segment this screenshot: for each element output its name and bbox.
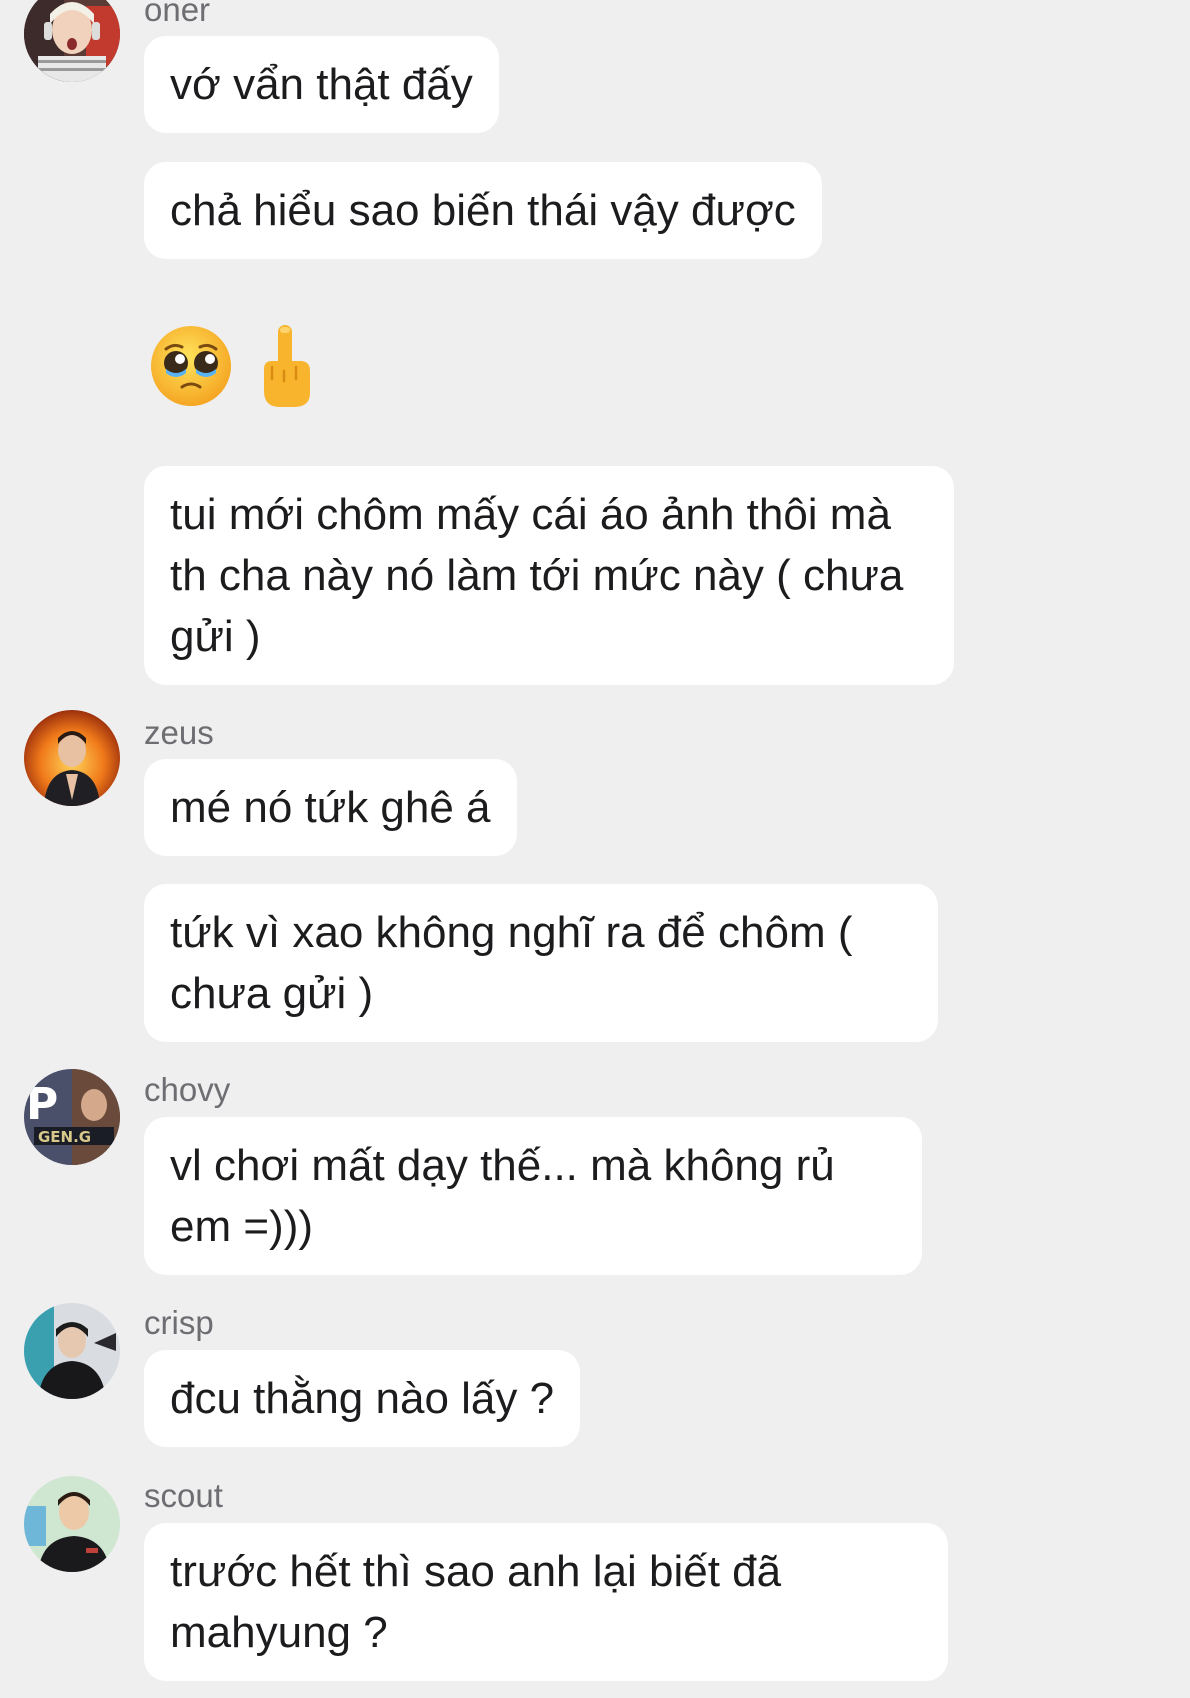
avatar-zeus-image [24, 710, 120, 806]
emoji-message[interactable] [148, 318, 316, 414]
message-bubble[interactable]: đcu thằng nào lấy ? [144, 1350, 581, 1447]
sender-name: crisp [144, 1304, 214, 1341]
message-bubble[interactable]: vớ vẩn thật đấy [144, 36, 499, 133]
avatar-chovy[interactable]: P GEN.G [24, 1069, 120, 1165]
avatar-scout-image [24, 1476, 120, 1572]
middle-finger-icon [264, 325, 310, 407]
message-bubble[interactable]: trước hết thì sao anh lại biết đã mahyun… [144, 1523, 948, 1681]
avatar-oner[interactable] [24, 0, 120, 82]
message-bubble[interactable]: tui mới chôm mấy cái áo ảnh thôi mà th c… [144, 466, 954, 685]
message-bubble[interactable]: mé nó tứk ghê á [144, 759, 517, 856]
avatar-chovy-logo-text: GEN.G [38, 1128, 91, 1146]
message-bubble[interactable]: tứk vì xao không nghĩ ra để chôm ( chưa … [144, 884, 938, 1042]
sender-name: zeus [144, 714, 214, 751]
message-bubble[interactable]: chả hiểu sao biến thái vậy được [144, 162, 822, 259]
pleading-face-icon [151, 326, 231, 406]
avatar-chovy-image: P GEN.G [24, 1069, 120, 1165]
avatar-crisp-image [24, 1303, 120, 1399]
sender-name: scout [144, 1477, 223, 1514]
avatar-oner-image [24, 0, 120, 82]
svg-text:P: P [26, 1079, 58, 1130]
sender-name: oner [144, 0, 211, 28]
avatar-zeus[interactable] [24, 710, 120, 806]
avatar-crisp[interactable] [24, 1303, 120, 1399]
avatar-scout[interactable] [24, 1476, 120, 1572]
message-bubble[interactable]: vl chơi mất dạy thế... mà không rủ em =)… [144, 1117, 922, 1275]
sender-name: chovy [144, 1071, 231, 1108]
